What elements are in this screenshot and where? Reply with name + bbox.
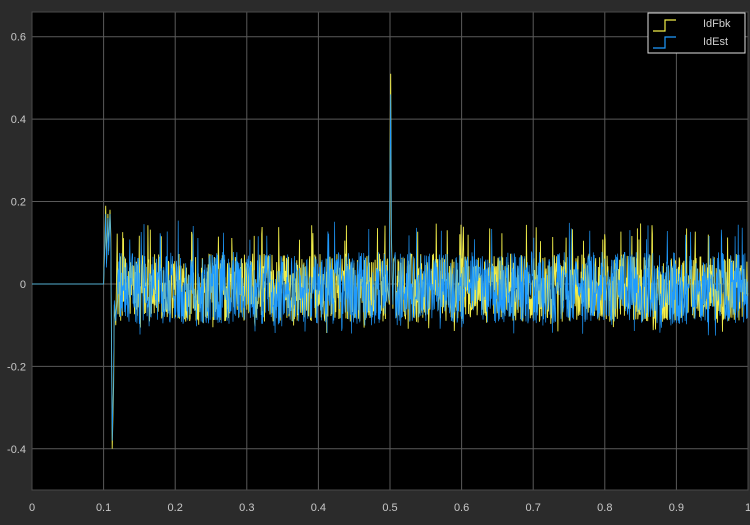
legend-label-idfbk: IdFbk [703,18,731,30]
x-tick-label: 0.9 [669,502,684,514]
x-tick-label: 0.4 [311,502,326,514]
x-tick-label: 1 [745,502,750,514]
y-tick-label: 0.2 [11,197,26,209]
x-tick-label: 0 [29,502,35,514]
x-tick-label: 0.7 [526,502,541,514]
y-tick-label: 0.4 [11,114,26,126]
legend-label-idest: IdEst [703,36,728,48]
x-tick-label: 0.1 [96,502,111,514]
x-tick-label: 0.5 [382,502,397,514]
x-tick-label: 0.2 [168,502,183,514]
y-tick-label: -0.2 [7,361,26,373]
y-tick-label: 0.6 [11,32,26,44]
x-tick-label: 0.3 [239,502,254,514]
x-tick-label: 0.6 [454,502,469,514]
x-tick-label: 0.8 [597,502,612,514]
legend[interactable]: IdFbk IdEst [647,12,746,54]
y-tick-label: -0.4 [7,444,26,456]
plot-window: 0 0.1 0.2 0.3 0.4 0.5 0.6 0.7 0.8 0.9 1 -0.4 -0.2 0 0.… [0,0,750,520]
y-tick-label: 0 [20,279,26,291]
line-chart: 0 0.1 0.2 0.3 0.4 0.5 0.6 0.7 0.8 0.9 1 -0.4 -0.2 0 0.… [0,0,750,520]
